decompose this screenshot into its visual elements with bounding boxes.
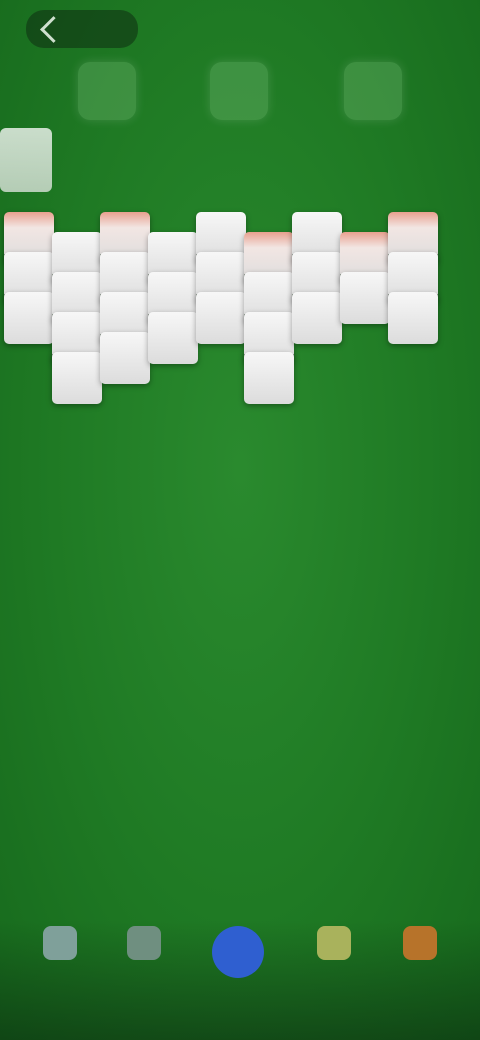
undo-icon xyxy=(317,926,351,960)
play-icon xyxy=(212,926,264,978)
back-button[interactable] xyxy=(26,10,138,48)
tableau xyxy=(0,212,480,472)
score-icon xyxy=(344,62,402,120)
nav-item-shop[interactable] xyxy=(390,926,450,996)
playing-card[interactable] xyxy=(148,312,198,364)
playing-card[interactable] xyxy=(340,272,390,324)
timer-icon xyxy=(78,62,136,120)
playing-card[interactable] xyxy=(292,292,342,344)
hint-icon xyxy=(127,926,161,960)
stock-pile[interactable] xyxy=(0,128,52,192)
playing-card[interactable] xyxy=(100,332,150,384)
nav-item-play[interactable] xyxy=(208,926,268,996)
playing-card[interactable] xyxy=(196,292,246,344)
playing-card[interactable] xyxy=(388,292,438,344)
moves-icon xyxy=(210,62,268,120)
nav-item-hint[interactable] xyxy=(114,926,174,996)
settings-icon xyxy=(43,926,77,960)
nav-item-settings[interactable] xyxy=(30,926,90,996)
nav-item-undo[interactable] xyxy=(304,926,364,996)
playing-card[interactable] xyxy=(52,352,102,404)
playing-card[interactable] xyxy=(244,352,294,404)
shop-icon xyxy=(403,926,437,960)
back-arrow-icon xyxy=(40,15,67,43)
playing-card[interactable] xyxy=(4,292,54,344)
